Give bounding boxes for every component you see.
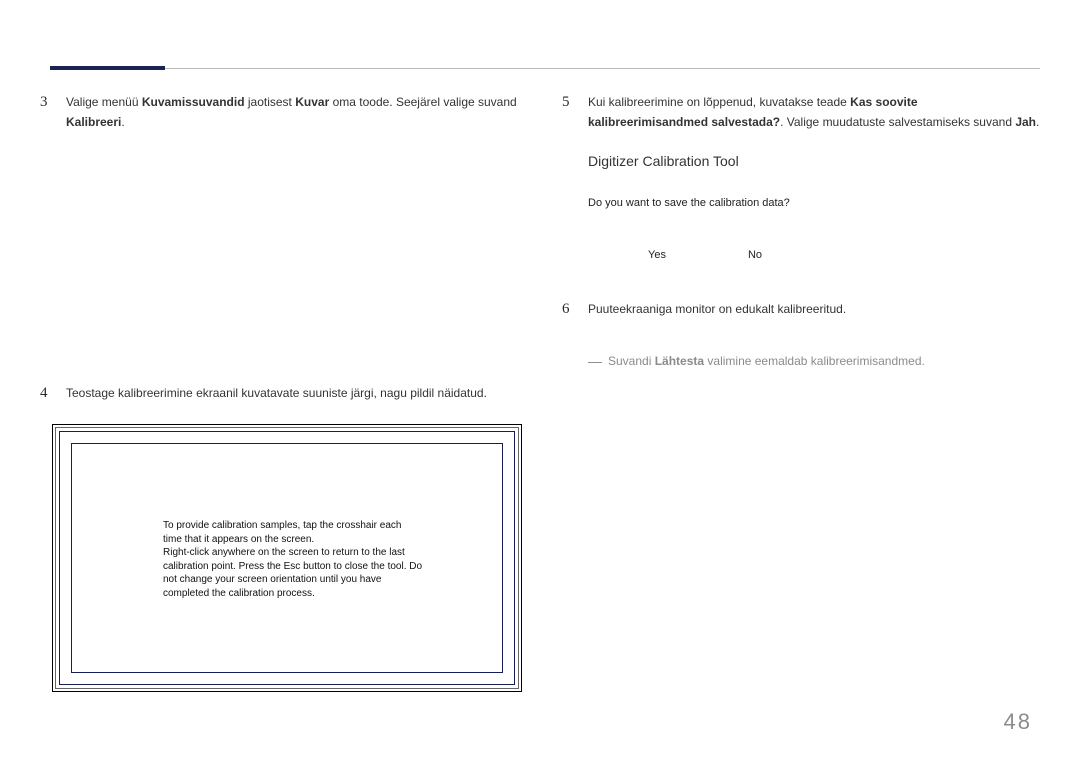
calibration-screenshot: To provide calibration samples, tap the … (52, 424, 522, 692)
calibration-instructions: To provide calibration samples, tap the … (163, 519, 423, 600)
step-4: 4 Teostage kalibreerimine ekraanil kuvat… (40, 381, 522, 407)
page-number: 48 (1004, 709, 1032, 735)
step-6: 6 Puuteekraaniga monitor on edukalt kali… (562, 297, 1040, 323)
bold-text: Lähtesta (655, 354, 704, 368)
note-body: Suvandi Lähtesta valimine eemaldab kalib… (608, 352, 925, 372)
bold-text: Kalibreeri (66, 115, 121, 129)
step-body: Puuteekraaniga monitor on edukalt kalibr… (588, 297, 1040, 323)
note-dash-icon: ― (588, 352, 602, 372)
step-3: 3 Valige menüü Kuvamissuvandid jaotisest… (40, 90, 522, 133)
step-number: 5 (562, 90, 574, 133)
content-columns: 3 Valige menüü Kuvamissuvandid jaotisest… (40, 90, 1040, 692)
dialog-title: Digitizer Calibration Tool (588, 153, 988, 169)
left-column: 3 Valige menüü Kuvamissuvandid jaotisest… (40, 90, 522, 692)
top-divider (50, 68, 1040, 69)
text: Kui kalibreerimine on lõppenud, kuvataks… (588, 95, 850, 109)
step-body: Valige menüü Kuvamissuvandid jaotisest K… (66, 90, 522, 133)
save-dialog: Digitizer Calibration Tool Do you want t… (588, 153, 988, 261)
text: valimine eemaldab kalibreerimisandmed. (704, 354, 925, 368)
top-accent-bar (50, 66, 165, 70)
right-column: 5 Kui kalibreerimine on lõppenud, kuvata… (562, 90, 1040, 692)
text: Suvandi (608, 354, 655, 368)
step-body: Kui kalibreerimine on lõppenud, kuvataks… (588, 90, 1040, 133)
bold-text: Jah (1015, 115, 1036, 129)
bold-text: Kuvar (295, 95, 329, 109)
yes-button[interactable]: Yes (648, 249, 666, 261)
no-button[interactable]: No (748, 249, 762, 261)
step-body: Teostage kalibreerimine ekraanil kuvatav… (66, 381, 522, 407)
text: . (1036, 115, 1039, 129)
text: oma toode. Seejärel valige suvand (329, 95, 516, 109)
text: jaotisest (245, 95, 296, 109)
dialog-message: Do you want to save the calibration data… (588, 197, 988, 209)
bold-text: Kuvamissuvandid (142, 95, 245, 109)
text: Valige menüü (66, 95, 142, 109)
dialog-buttons: Yes No (648, 249, 988, 261)
reset-note: ― Suvandi Lähtesta valimine eemaldab kal… (588, 352, 1040, 372)
step-number: 4 (40, 381, 52, 407)
text: . Valige muudatuste salvestamiseks suvan… (780, 115, 1015, 129)
manual-page: 3 Valige menüü Kuvamissuvandid jaotisest… (0, 0, 1080, 763)
step-number: 6 (562, 297, 574, 323)
step-5: 5 Kui kalibreerimine on lõppenud, kuvata… (562, 90, 1040, 133)
step-number: 3 (40, 90, 52, 133)
text: . (121, 115, 124, 129)
